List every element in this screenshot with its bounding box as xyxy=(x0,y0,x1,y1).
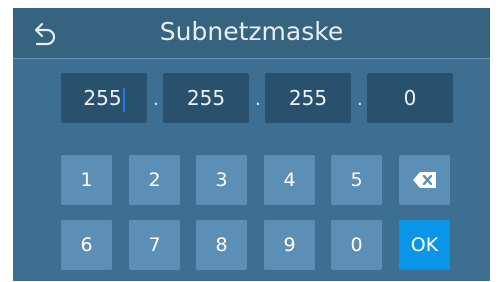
key-3[interactable]: 3 xyxy=(196,155,247,205)
key-7[interactable]: 7 xyxy=(129,220,180,270)
header-bar: Subnetzmaske xyxy=(13,8,490,59)
text-cursor xyxy=(122,87,125,112)
key-1[interactable]: 1 xyxy=(61,155,112,205)
key-9[interactable]: 9 xyxy=(264,220,315,270)
key-8[interactable]: 8 xyxy=(196,220,247,270)
octet-value-4: 0 xyxy=(403,86,417,110)
backspace-icon xyxy=(412,172,436,188)
key-6[interactable]: 6 xyxy=(61,220,112,270)
octet-separator-3: . xyxy=(357,89,363,110)
octet-field-2[interactable]: 255 xyxy=(163,73,249,123)
page-title: Subnetzmaske xyxy=(159,17,344,46)
octet-field-1[interactable]: 255 xyxy=(61,73,147,123)
octet-value-2: 255 xyxy=(186,86,226,110)
octet-value-3: 255 xyxy=(288,86,328,110)
ok-button[interactable]: OK xyxy=(399,220,450,270)
subnet-mask-screen: Subnetzmaske 255 . 255 . 255 . 0 1 2 3 4… xyxy=(13,8,490,281)
octet-value-1: 255 xyxy=(83,86,122,110)
octet-field-4[interactable]: 0 xyxy=(367,73,453,123)
key-2[interactable]: 2 xyxy=(129,155,180,205)
backspace-button[interactable] xyxy=(399,155,450,205)
octet-separator-1: . xyxy=(153,89,159,110)
key-4[interactable]: 4 xyxy=(264,155,315,205)
octet-field-3[interactable]: 255 xyxy=(265,73,351,123)
octet-separator-2: . xyxy=(255,89,261,110)
key-5[interactable]: 5 xyxy=(331,155,382,205)
key-0[interactable]: 0 xyxy=(331,220,382,270)
